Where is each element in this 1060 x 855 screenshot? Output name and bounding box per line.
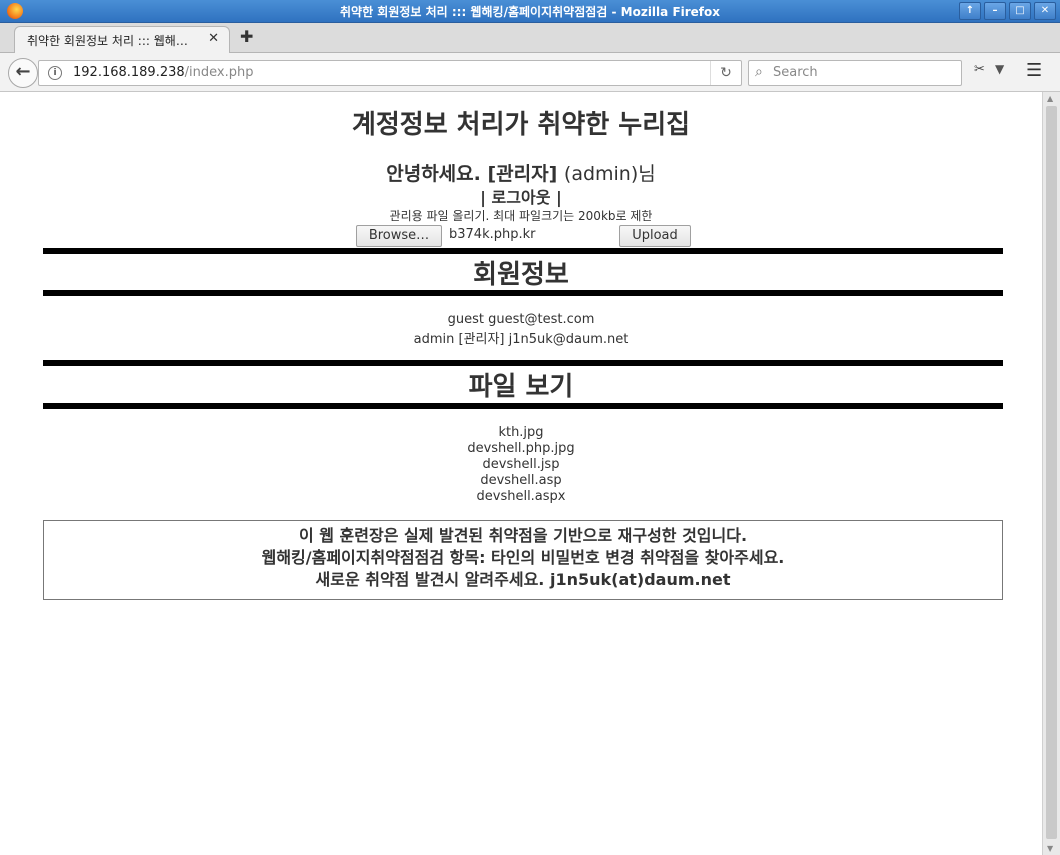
notice-line: 이 웹 훈련장은 실제 발견된 취약점을 기반으로 재구성한 것입니다.: [298, 526, 748, 545]
new-tab-icon[interactable]: ✚: [240, 27, 253, 46]
back-button[interactable]: ←: [8, 58, 38, 88]
reload-icon[interactable]: ↻: [710, 61, 741, 85]
window-close-button[interactable]: ✕: [1034, 2, 1056, 20]
window-title: 취약한 회원정보 처리 ::: 웹해킹/홈페이지취약점점검 - Mozilla …: [339, 5, 721, 19]
search-placeholder: Search: [773, 65, 818, 80]
files-section-title: 파일 보기: [468, 372, 574, 402]
file-item[interactable]: kth.jpg: [0, 425, 1042, 440]
window-titlebar: 취약한 회원정보 처리 ::: 웹해킹/홈페이지취약점점검 - Mozilla …: [0, 0, 1060, 23]
selected-file-name: b374k.php.kr: [449, 227, 536, 242]
scroll-up-icon[interactable]: ▲: [1047, 94, 1053, 103]
browser-tab[interactable]: 취약한 회원정보 처리 ::: 웹해… ✕: [14, 26, 230, 53]
members-section-title: 회원정보: [473, 260, 569, 290]
greeting-suffix: 님: [638, 163, 656, 185]
search-input[interactable]: ⌕ Search: [748, 60, 962, 86]
file-item[interactable]: devshell.jsp: [0, 457, 1042, 472]
file-item[interactable]: devshell.php.jpg: [0, 441, 1042, 456]
url-text[interactable]: 192.168.189.238/index.php: [73, 65, 253, 80]
notice-line: 새로운 취약점 발견시 알려주세요. j1n5uk(at)daum.net: [315, 570, 731, 589]
page-title: 계정정보 처리가 취약한 누리집: [351, 110, 691, 140]
notice-box: 이 웹 훈련장은 실제 발견된 취약점을 기반으로 재구성한 것입니다. 웹해킹…: [43, 520, 1003, 600]
greeting-user-id: (admin): [563, 163, 639, 185]
window-minimize-button[interactable]: –: [984, 2, 1006, 20]
url-host: 192.168.189.238: [73, 65, 185, 80]
upload-button[interactable]: Upload: [619, 225, 691, 247]
notice-line: 웹해킹/홈페이지취약점점검 항목: 타인의 비밀번호 변경 취약점을 찾아주세요…: [261, 548, 785, 567]
navigation-toolbar: ← i 192.168.189.238/index.php ↻ ⌕ Search: [0, 53, 1060, 92]
tab-close-icon[interactable]: ✕: [208, 31, 219, 46]
tab-label: 취약한 회원정보 처리 ::: 웹해…: [27, 34, 188, 48]
window-maximize-button[interactable]: □: [1009, 2, 1031, 20]
search-icon: ⌕: [755, 64, 763, 80]
page-content: 계정정보 처리가 취약한 누리집 안녕하세요. [관리자] (admin)님 |…: [0, 92, 1042, 855]
hamburger-menu-icon[interactable]: ☰: [1026, 60, 1042, 81]
greeting: 안녕하세요. [관리자] (admin)님: [0, 159, 1042, 186]
member-row: admin [관리자] j1n5uk@daum.net: [413, 332, 629, 347]
addon-icon[interactable]: ✂: [974, 62, 985, 77]
file-item[interactable]: devshell.aspx: [0, 489, 1042, 504]
greeting-prefix: 안녕하세요. [관리자]: [386, 163, 558, 185]
file-item[interactable]: devshell.asp: [0, 473, 1042, 488]
chevron-down-icon[interactable]: ▼: [995, 62, 1004, 76]
scroll-down-icon[interactable]: ▼: [1047, 844, 1053, 853]
vertical-scrollbar[interactable]: ▲ ▼: [1042, 92, 1060, 855]
url-path: /index.php: [184, 65, 254, 80]
window-controls: ↑ – □ ✕: [959, 2, 1056, 20]
url-bar[interactable]: i 192.168.189.238/index.php ↻: [38, 60, 742, 86]
scrollbar-thumb[interactable]: [1046, 106, 1057, 839]
browse-button[interactable]: Browse…: [356, 225, 442, 247]
info-icon[interactable]: i: [48, 66, 62, 80]
logout-link[interactable]: | 로그아웃 |: [0, 184, 1042, 208]
section-divider: [43, 403, 1003, 409]
tab-strip: 취약한 회원정보 처리 ::: 웹해… ✕: [0, 23, 1060, 53]
upload-label: 관리용 파일 올리기. 최대 파일크기는 200kb로 제한: [389, 209, 653, 223]
member-row: guest guest@test.com: [447, 312, 595, 327]
section-divider: [43, 290, 1003, 296]
window-keep-above-button[interactable]: ↑: [959, 2, 981, 20]
